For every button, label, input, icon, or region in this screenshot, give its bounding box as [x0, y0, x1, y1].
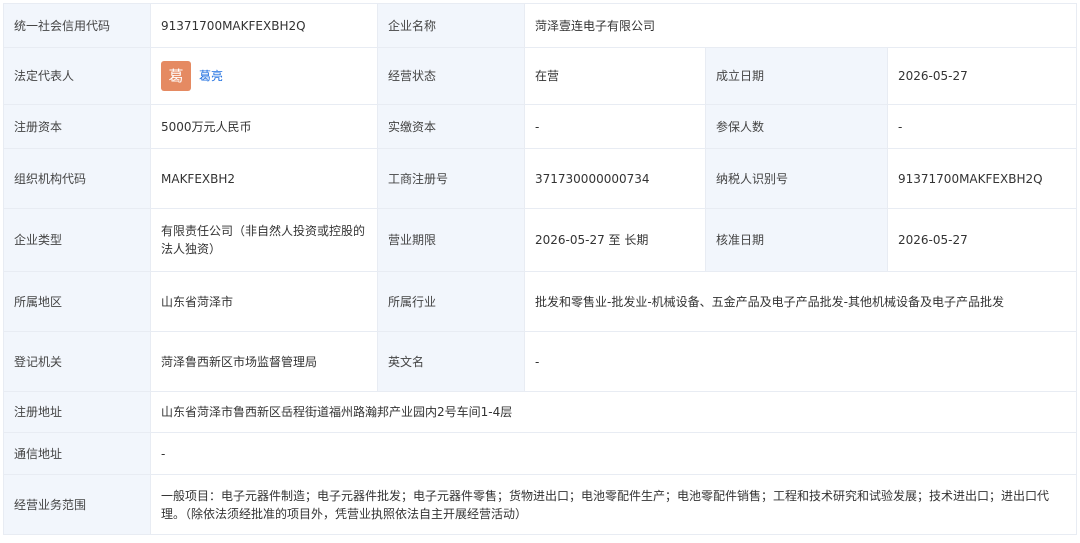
- authority-value: 菏泽鲁西新区市场监督管理局: [150, 331, 378, 392]
- reg-capital-value: 5000万元人民币: [150, 104, 378, 149]
- biz-reg-label: 工商注册号: [377, 148, 525, 209]
- type-label: 企业类型: [3, 208, 151, 272]
- table-row: 统一社会信用代码 91371700MAKFEXBH2Q 企业名称 菏泽壹连电子有…: [3, 3, 1078, 48]
- type-value: 有限责任公司（非自然人投资或控股的法人独资）: [150, 208, 378, 272]
- scope-label: 经营业务范围: [3, 474, 151, 535]
- industry-label: 所属行业: [377, 271, 525, 332]
- company-name-value: 菏泽壹连电子有限公司: [523, 3, 1078, 48]
- table-row: 所属地区 山东省菏泽市 所属行业 批发和零售业-批发业-机械设备、五金产品及电子…: [3, 271, 1078, 332]
- insured-value: -: [886, 104, 1078, 149]
- biz-reg-value: 371730000000734: [524, 148, 706, 209]
- status-label: 经营状态: [377, 47, 525, 105]
- credit-code-label: 统一社会信用代码: [3, 3, 151, 48]
- status-value: 在营: [524, 47, 706, 105]
- org-code-value: MAKFEXBH2: [150, 148, 378, 209]
- scope-value: 一般项目：电子元器件制造；电子元器件批发；电子元器件零售；货物进出口；电池零配件…: [149, 474, 1078, 535]
- table-row: 经营业务范围 一般项目：电子元器件制造；电子元器件批发；电子元器件零售；货物进出…: [3, 474, 1078, 535]
- company-info-table: 统一社会信用代码 91371700MAKFEXBH2Q 企业名称 菏泽壹连电子有…: [3, 3, 1078, 535]
- paid-capital-value: -: [524, 104, 706, 149]
- table-row: 登记机关 菏泽鲁西新区市场监督管理局 英文名 -: [3, 331, 1078, 392]
- taxpayer-label: 纳税人识别号: [705, 148, 888, 209]
- mail-address-value: -: [149, 432, 1078, 475]
- legal-rep-cell: 葛葛亮: [150, 47, 378, 105]
- avatar[interactable]: 葛: [161, 61, 191, 91]
- legal-rep-label: 法定代表人: [3, 47, 151, 105]
- region-value: 山东省菏泽市: [150, 271, 378, 332]
- insured-label: 参保人数: [705, 104, 888, 149]
- taxpayer-value: 91371700MAKFEXBH2Q: [886, 148, 1078, 209]
- authority-label: 登记机关: [3, 331, 151, 392]
- address-value: 山东省菏泽市鲁西新区岳程街道福州路瀚邦产业园内2号车间1-4层: [149, 391, 1078, 433]
- approval-value: 2026-05-27: [886, 208, 1078, 272]
- credit-code-value: 91371700MAKFEXBH2Q: [150, 3, 378, 48]
- company-name-label: 企业名称: [377, 3, 525, 48]
- region-label: 所属地区: [3, 271, 151, 332]
- industry-value: 批发和零售业-批发业-机械设备、五金产品及电子产品批发-其他机械设备及电子产品批…: [523, 271, 1078, 332]
- paid-capital-label: 实缴资本: [377, 104, 525, 149]
- legal-rep-link[interactable]: 葛亮: [199, 69, 223, 83]
- org-code-label: 组织机构代码: [3, 148, 151, 209]
- term-value: 2026-05-27 至 长期: [524, 208, 706, 272]
- table-row: 法定代表人 葛葛亮 经营状态 在营 成立日期 2026-05-27: [3, 47, 1078, 105]
- table-row: 注册资本 5000万元人民币 实缴资本 - 参保人数 -: [3, 104, 1078, 149]
- term-label: 营业期限: [377, 208, 525, 272]
- table-row: 通信地址 -: [3, 432, 1078, 475]
- mail-address-label: 通信地址: [3, 432, 151, 475]
- reg-capital-label: 注册资本: [3, 104, 151, 149]
- approval-label: 核准日期: [705, 208, 888, 272]
- table-row: 组织机构代码 MAKFEXBH2 工商注册号 371730000000734 纳…: [3, 148, 1078, 209]
- table-row: 企业类型 有限责任公司（非自然人投资或控股的法人独资） 营业期限 2026-05…: [3, 208, 1078, 272]
- english-name-label: 英文名: [377, 331, 525, 392]
- english-name-value: -: [523, 331, 1078, 392]
- address-label: 注册地址: [3, 391, 151, 433]
- founded-value: 2026-05-27: [886, 47, 1078, 105]
- table-row: 注册地址 山东省菏泽市鲁西新区岳程街道福州路瀚邦产业园内2号车间1-4层: [3, 391, 1078, 433]
- founded-label: 成立日期: [705, 47, 888, 105]
